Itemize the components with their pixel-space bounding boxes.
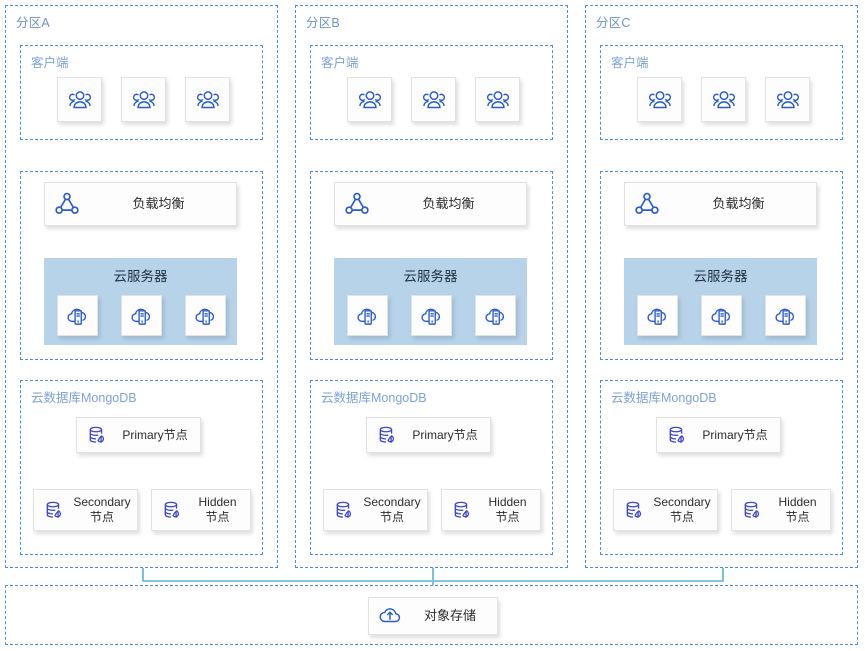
cloud-server-icon [709, 303, 735, 329]
object-storage-node[interactable]: 对象存储 [368, 597, 498, 635]
partition-c-cloud-server-node-3[interactable] [765, 295, 806, 336]
partition-c-client-group-label: 客户端 [611, 56, 649, 70]
users-icon [356, 86, 384, 114]
partition-b-label: 分区B [306, 16, 340, 30]
partition-c-client-node-1[interactable] [637, 77, 682, 122]
partition-c-db-group-label: 云数据库MongoDB [611, 391, 717, 405]
cloud-server-icon [129, 303, 155, 329]
mongodb-icon [450, 498, 475, 523]
partition-c-client-node-3[interactable] [765, 77, 810, 122]
partition-b-hidden-node-label: Hidden 节点 [488, 495, 527, 524]
partition-a-cloud-server-node-3[interactable] [185, 295, 226, 336]
users-icon [66, 86, 94, 114]
partition-c-client-node-2[interactable] [701, 77, 746, 122]
partition-b-primary-node[interactable]: Primary节点 [366, 417, 491, 453]
mongodb-icon [42, 498, 67, 523]
partition-c-secondary-node[interactable]: Secondary 节点 [613, 489, 718, 531]
mongodb-icon [85, 423, 110, 448]
partition-b-cloud-server-node-3[interactable] [475, 295, 516, 336]
mongodb-icon [160, 498, 185, 523]
partition-a-label: 分区A [16, 16, 50, 30]
mongodb-icon [375, 423, 400, 448]
partition-c-hidden-node-label: Hidden 节点 [778, 495, 817, 524]
users-icon [194, 86, 222, 114]
users-icon [774, 86, 802, 114]
mongodb-icon [332, 498, 357, 523]
cloud-server-icon [355, 303, 381, 329]
mongodb-icon [665, 423, 690, 448]
partition-b-load-balancer[interactable]: 负载均衡 [334, 182, 527, 226]
mongodb-icon [740, 498, 765, 523]
partition-a-client-group-label: 客户端 [31, 56, 69, 70]
partition-c-cloud-server-node-1[interactable] [637, 295, 678, 336]
partition-a-hidden-node[interactable]: Hidden 节点 [151, 489, 251, 531]
architecture-diagram: 分区A 客户端 负载均衡 云服务器 云数据库MongoDB Primary节点 … [0, 0, 865, 651]
mongodb-icon [622, 498, 647, 523]
users-icon [646, 86, 674, 114]
partition-a-client-node-3[interactable] [185, 77, 230, 122]
partition-a-cloud-server-node-2[interactable] [121, 295, 162, 336]
object-storage-icon [377, 603, 403, 629]
users-icon [710, 86, 738, 114]
partition-c-primary-node[interactable]: Primary节点 [656, 417, 781, 453]
partition-b-client-group-label: 客户端 [321, 56, 359, 70]
object-storage-label: 对象存储 [423, 607, 476, 623]
partition-a-db-group-label: 云数据库MongoDB [31, 391, 137, 405]
partition-b-load-balancer-label: 负载均衡 [422, 195, 475, 211]
partition-a-primary-node[interactable]: Primary节点 [76, 417, 201, 453]
partition-b-cloud-server-node-1[interactable] [347, 295, 388, 336]
partition-c-load-balancer[interactable]: 负载均衡 [624, 182, 817, 226]
partition-a-client-node-2[interactable] [121, 77, 166, 122]
partition-b-hidden-node[interactable]: Hidden 节点 [441, 489, 541, 531]
partition-b-cloud-server-label: 云服务器 [403, 269, 458, 284]
cloud-server-icon [645, 303, 671, 329]
partition-a-secondary-node[interactable]: Secondary 节点 [33, 489, 138, 531]
partition-b-secondary-node-label: Secondary 节点 [363, 495, 421, 524]
partition-c-primary-node-label: Primary节点 [702, 427, 768, 442]
partition-b-primary-node-label: Primary节点 [412, 427, 478, 442]
cloud-server-icon [419, 303, 445, 329]
partition-a-load-balancer-label: 负载均衡 [132, 195, 185, 211]
partition-b-client-node-1[interactable] [347, 77, 392, 122]
partition-b-cloud-server-node-2[interactable] [411, 295, 452, 336]
load-balancer-icon [633, 190, 661, 218]
partition-a-cloud-server-label: 云服务器 [113, 269, 168, 284]
users-icon [420, 86, 448, 114]
partition-c-load-balancer-label: 负载均衡 [712, 195, 765, 211]
partition-a-primary-node-label: Primary节点 [122, 427, 188, 442]
cloud-server-icon [65, 303, 91, 329]
cloud-server-icon [773, 303, 799, 329]
cloud-server-icon [483, 303, 509, 329]
cloud-server-icon [193, 303, 219, 329]
partition-b-secondary-node[interactable]: Secondary 节点 [323, 489, 428, 531]
load-balancer-icon [53, 190, 81, 218]
partition-c-hidden-node[interactable]: Hidden 节点 [731, 489, 831, 531]
load-balancer-icon [343, 190, 371, 218]
users-icon [130, 86, 158, 114]
partition-b-db-group-label: 云数据库MongoDB [321, 391, 427, 405]
partition-c-label: 分区C [596, 16, 631, 30]
partition-b-client-node-2[interactable] [411, 77, 456, 122]
partition-c-cloud-server-label: 云服务器 [693, 269, 748, 284]
users-icon [484, 86, 512, 114]
partition-a-load-balancer[interactable]: 负载均衡 [44, 182, 237, 226]
partition-a-cloud-server-node-1[interactable] [57, 295, 98, 336]
partition-c-cloud-server-node-2[interactable] [701, 295, 742, 336]
partition-a-hidden-node-label: Hidden 节点 [198, 495, 237, 524]
partition-b-client-node-3[interactable] [475, 77, 520, 122]
partition-a-client-node-1[interactable] [57, 77, 102, 122]
partition-c-secondary-node-label: Secondary 节点 [653, 495, 711, 524]
partition-a-secondary-node-label: Secondary 节点 [73, 495, 131, 524]
